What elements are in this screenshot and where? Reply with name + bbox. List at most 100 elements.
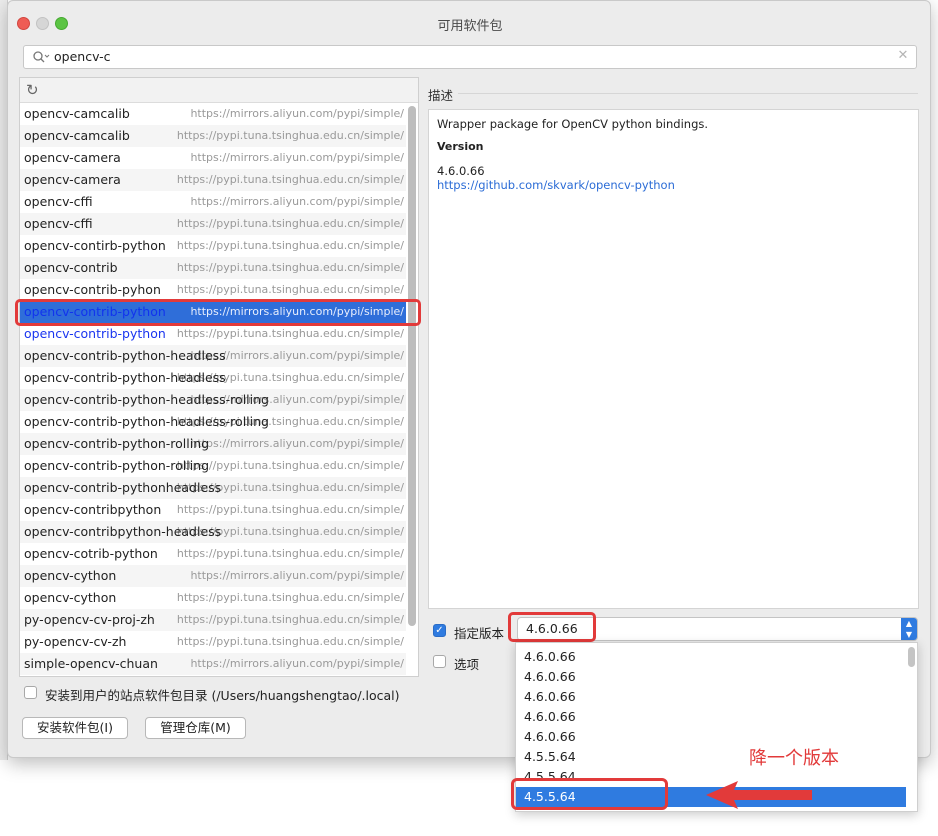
package-list-scrollbar[interactable] <box>408 106 416 662</box>
package-row[interactable]: https://mirrors.aliyun.com/pypi/simple/o… <box>20 147 406 169</box>
refresh-icon[interactable]: ↻ <box>26 81 39 99</box>
package-row[interactable]: https://pypi.tuna.tsinghua.edu.cn/simple… <box>20 543 406 565</box>
description-panel: Wrapper package for OpenCV python bindin… <box>428 109 919 609</box>
package-name: opencv-contrib-python <box>24 326 166 341</box>
options-checkbox[interactable] <box>433 655 446 668</box>
title-bar: 可用软件包 <box>8 1 930 41</box>
annotation-text: 降一个版本 <box>749 748 839 769</box>
annotation-arrow-icon <box>706 781 812 809</box>
package-repo-url: https://pypi.tuna.tsinghua.edu.cn/simple… <box>176 547 404 560</box>
description-text: Wrapper package for OpenCV python bindin… <box>437 117 709 131</box>
package-name: opencv-contrib-pyhon <box>24 282 161 297</box>
package-row[interactable]: https://pypi.tuna.tsinghua.edu.cn/simple… <box>20 477 406 499</box>
project-link[interactable]: https://github.com/skvark/opencv-python <box>437 178 675 192</box>
package-row[interactable]: https://mirrors.aliyun.com/pypi/simple/o… <box>20 345 406 367</box>
package-name: opencv-contrib-pythonheadless <box>24 480 222 495</box>
package-repo-url: https://pypi.tuna.tsinghua.edu.cn/simple… <box>172 169 404 191</box>
user-site-checkbox[interactable] <box>24 686 37 699</box>
clear-search-icon[interactable]: ✕ <box>896 49 910 63</box>
package-name: opencv-cffi <box>24 216 93 231</box>
package-row[interactable]: https://pypi.tuna.tsinghua.edu.cn/simple… <box>20 521 406 543</box>
package-repo-url: https://mirrors.aliyun.com/pypi/simple/ <box>190 151 404 164</box>
package-name: opencv-cython <box>24 568 117 583</box>
package-row[interactable]: https://mirrors.aliyun.com/pypi/simple/o… <box>20 191 406 213</box>
package-name: opencv-contrib-python-rolling <box>24 436 210 451</box>
package-name: opencv-cython <box>24 590 117 605</box>
package-name: opencv-contirb-python <box>24 238 166 253</box>
package-name: opencv-camcalib <box>24 106 130 121</box>
search-input[interactable] <box>54 46 894 68</box>
version-heading: Version <box>437 140 484 153</box>
package-row[interactable]: https://mirrors.aliyun.com/pypi/simple/o… <box>20 389 406 411</box>
package-repo-url: https://pypi.tuna.tsinghua.edu.cn/simple… <box>176 239 404 252</box>
specify-version-checkbox[interactable]: ✓ <box>433 624 446 637</box>
package-row[interactable]: https://pypi.tuna.tsinghua.edu.cn/simple… <box>20 169 406 191</box>
package-repo-url: https://pypi.tuna.tsinghua.edu.cn/simple… <box>176 283 404 296</box>
package-row[interactable]: https://pypi.tuna.tsinghua.edu.cn/simple… <box>20 411 406 433</box>
package-name: py-opencv-cv-zh <box>24 634 127 649</box>
package-name: opencv-contrib-python-rolling <box>24 458 210 473</box>
dropdown-scroll-thumb[interactable] <box>908 647 915 667</box>
package-repo-url: https://pypi.tuna.tsinghua.edu.cn/simple… <box>172 609 404 631</box>
package-name: py-opencv-cv-proj-zh <box>24 612 155 627</box>
package-row[interactable]: https://pypi.tuna.tsinghua.edu.cn/simple… <box>20 367 406 389</box>
package-row[interactable]: https://mirrors.aliyun.com/pypi/simple/o… <box>20 433 406 455</box>
package-row[interactable]: https://pypi.tuna.tsinghua.edu.cn/simple… <box>20 609 406 631</box>
package-repo-url: https://pypi.tuna.tsinghua.edu.cn/simple… <box>176 635 404 648</box>
package-name: opencv-contrib-python-headless-rolling <box>24 414 269 429</box>
search-icon <box>32 50 50 64</box>
user-site-label: 安装到用户的站点软件包目录 (/Users/huangshengtao/.loc… <box>45 688 400 703</box>
package-repo-url: https://mirrors.aliyun.com/pypi/simple/ <box>186 653 404 675</box>
package-name: opencv-contrib <box>24 260 118 275</box>
manage-repositories-button[interactable]: 管理仓库(M) <box>145 717 246 739</box>
package-row[interactable]: https://pypi.tuna.tsinghua.edu.cn/simple… <box>20 125 406 147</box>
package-row[interactable]: https://pypi.tuna.tsinghua.edu.cn/simple… <box>20 587 406 609</box>
package-name: simple-opencv-chuan <box>24 656 158 671</box>
package-list-scroll-thumb[interactable] <box>408 106 416 626</box>
package-repo-url: https://pypi.tuna.tsinghua.edu.cn/simple… <box>172 257 404 279</box>
version-option[interactable]: 4.6.0.66 <box>516 667 906 687</box>
version-option[interactable]: 4.6.0.66 <box>516 707 906 727</box>
package-repo-url: https://mirrors.aliyun.com/pypi/simple/ <box>190 107 404 120</box>
version-option[interactable]: 4.6.0.66 <box>516 727 906 747</box>
install-package-button[interactable]: 安装软件包(I) <box>22 717 128 739</box>
package-row[interactable]: https://pypi.tuna.tsinghua.edu.cn/simple… <box>20 213 406 235</box>
package-row[interactable]: https://mirrors.aliyun.com/pypi/simple/s… <box>20 653 406 675</box>
package-name: opencv-cotrib-python <box>24 546 158 561</box>
package-repo-url: https://pypi.tuna.tsinghua.edu.cn/simple… <box>172 125 404 147</box>
window-title: 可用软件包 <box>437 19 503 34</box>
package-repo-url: https://mirrors.aliyun.com/pypi/simple/ <box>186 565 404 587</box>
package-list: https://mirrors.aliyun.com/pypi/simple/o… <box>20 103 406 675</box>
package-repo-url: https://pypi.tuna.tsinghua.edu.cn/simple… <box>176 591 404 604</box>
version-option[interactable]: 4.6.0.66 <box>516 647 906 667</box>
select-arrows-icon[interactable]: ▲ ▼ <box>901 618 917 640</box>
package-list-panel: ↻ https://mirrors.aliyun.com/pypi/simple… <box>19 77 419 677</box>
options-label: 选项 <box>454 657 480 672</box>
version-number: 4.6.0.66 <box>437 164 485 178</box>
package-row[interactable]: https://pypi.tuna.tsinghua.edu.cn/simple… <box>20 235 406 257</box>
package-name: opencv-camera <box>24 150 121 165</box>
package-list-toolbar: ↻ <box>20 78 418 103</box>
version-option[interactable]: 4.5.5.64 <box>516 747 906 767</box>
package-row[interactable]: https://pypi.tuna.tsinghua.edu.cn/simple… <box>20 279 406 301</box>
package-row[interactable]: https://pypi.tuna.tsinghua.edu.cn/simple… <box>20 323 406 345</box>
package-repo-url: https://mirrors.aliyun.com/pypi/simple/ <box>190 195 404 208</box>
version-option[interactable]: 4.6.0.66 <box>516 687 906 707</box>
search-box[interactable]: ✕ <box>23 45 917 69</box>
description-label: 描述 <box>428 88 454 103</box>
package-row[interactable]: https://pypi.tuna.tsinghua.edu.cn/simple… <box>20 499 406 521</box>
package-name: opencv-camera <box>24 172 121 187</box>
selected-row-annotation-box <box>15 299 421 326</box>
version-annotation-box <box>508 612 596 642</box>
package-name: opencv-cffi <box>24 194 93 209</box>
package-row[interactable]: https://mirrors.aliyun.com/pypi/simple/o… <box>20 565 406 587</box>
package-name: opencv-contrib-python-headless-rolling <box>24 392 269 407</box>
dropdown-annotation-box <box>511 778 668 810</box>
package-repo-url: https://pypi.tuna.tsinghua.edu.cn/simple… <box>172 213 404 235</box>
package-repo-url: https://pypi.tuna.tsinghua.edu.cn/simple… <box>176 327 404 340</box>
package-row[interactable]: https://mirrors.aliyun.com/pypi/simple/o… <box>20 103 406 125</box>
package-row[interactable]: https://pypi.tuna.tsinghua.edu.cn/simple… <box>20 257 406 279</box>
package-name: opencv-contribpython <box>24 502 162 517</box>
package-row[interactable]: https://pypi.tuna.tsinghua.edu.cn/simple… <box>20 631 406 653</box>
package-row[interactable]: https://pypi.tuna.tsinghua.edu.cn/simple… <box>20 455 406 477</box>
